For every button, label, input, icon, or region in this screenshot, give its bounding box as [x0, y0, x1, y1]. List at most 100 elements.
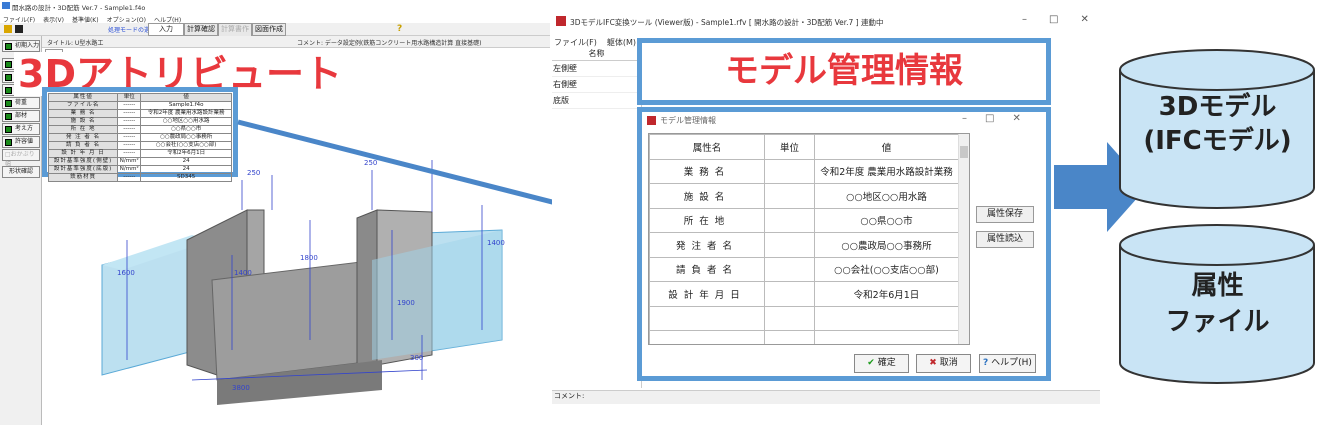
table-row: 発 注 者 名 ------ ○○農政局○○事務所 [47, 133, 232, 142]
list-panel: 名称 左側壁 右側壁 底版 [552, 48, 642, 388]
mode-calc-check-button[interactable]: 計算確認 [184, 23, 218, 36]
table-cell: 請 負 者 名 [47, 141, 119, 150]
table-cell[interactable]: ○○地区○○用水路 [814, 183, 959, 209]
table-cell[interactable] [764, 183, 815, 209]
help-button[interactable]: ? ヘルプ(H) [979, 354, 1036, 373]
table-cell: 24 [140, 165, 232, 174]
mode-drawing-button[interactable]: 図面作成 [252, 23, 286, 36]
table-row[interactable]: 発注者名 ○○農政局○○事務所 [649, 232, 959, 258]
col-header: 属性値 [47, 93, 119, 102]
list-item[interactable]: 左側壁 [552, 61, 641, 77]
cylinder-label-line: (IFCモデル) [1143, 126, 1292, 156]
list-item[interactable]: 右側壁 [552, 77, 641, 93]
minimize-button[interactable]: – [962, 113, 967, 124]
table-cell: ○○地区○○用水路 [140, 117, 232, 126]
left-toolbar: 処理モードの選択 入力 計算確認 計算書作成 図面作成 ? [0, 23, 550, 47]
table-cell[interactable]: 業務名 [649, 158, 765, 184]
table-cell: 令和2年度 農業用水路設計業務 [140, 109, 232, 118]
list-item[interactable]: 底版 [552, 93, 641, 109]
table-cell[interactable]: ○○農政局○○事務所 [814, 232, 959, 258]
table-row: 鉄筋材質 ------ SD345 [47, 173, 232, 182]
table-row[interactable]: 施設名 ○○地区○○用水路 [649, 183, 959, 209]
table-cell[interactable]: 施設名 [649, 183, 765, 209]
table-row[interactable]: 請負者名 ○○会社(○○支店○○部) [649, 256, 959, 282]
table-cell: ------ [117, 109, 142, 118]
comment-label: コメント: [554, 392, 585, 400]
title-field: タイトル: U型水路工 [47, 40, 104, 47]
table-row: 所 在 地 ------ ○○県○○市 [47, 125, 232, 134]
table-cell: ------ [117, 125, 142, 134]
help-icon[interactable]: ? [397, 24, 402, 34]
sidebar-allowable[interactable]: 許容値 [2, 136, 40, 148]
table-cell: ------ [117, 133, 142, 142]
maximize-button[interactable]: □ [1049, 14, 1058, 25]
sidebar-label: 初期入力 [15, 42, 40, 49]
maximize-button[interactable]: □ [985, 113, 994, 124]
empty-row [649, 305, 959, 331]
table-cell: 施 設 名 [47, 117, 119, 126]
dialog-controls: – □ ✕ [962, 113, 1021, 124]
table-cell[interactable] [764, 256, 815, 282]
table-cell[interactable]: 発注者名 [649, 232, 765, 258]
save-attr-button[interactable]: 属性保存 [976, 206, 1034, 223]
table-cell: ------ [117, 141, 142, 150]
minimize-button[interactable]: – [1022, 14, 1027, 25]
table-cell: 24 [140, 157, 232, 166]
cancel-label: 取消 [939, 358, 958, 368]
table-cell [649, 305, 765, 331]
sidebar-label: 部材 [15, 112, 28, 119]
cancel-button[interactable]: ✖ 取消 [916, 354, 971, 373]
table-cell: ------ [117, 173, 142, 182]
check-icon: ✔ [867, 358, 875, 368]
confirm-button[interactable]: ✔ 確定 [854, 354, 909, 373]
load-attr-button[interactable]: 属性読込 [976, 231, 1034, 248]
menu-body[interactable]: 躯体(M) [607, 37, 636, 48]
table-cell[interactable]: 令和2年度 農業用水路設計業務 [814, 158, 959, 184]
table-cell[interactable]: ○○会社(○○支店○○部) [814, 256, 959, 282]
table-cell[interactable] [764, 158, 815, 184]
sidebar-member[interactable]: 部材 [2, 110, 40, 122]
table-cell [814, 305, 959, 331]
table-row: ファイル名 ------ Sample1.f4o [47, 101, 232, 110]
table-cell[interactable]: ○○県○○市 [814, 207, 959, 233]
table-cell: ○○会社(○○支店○○部) [140, 141, 232, 150]
cylinder-label-line: 属性 [1191, 271, 1244, 301]
mode-input-button[interactable]: 入力 [148, 23, 184, 36]
sidebar-load[interactable]: 荷重 [2, 97, 40, 109]
sidebar-initial-input[interactable]: 初期入力 [2, 40, 40, 52]
empty-row [649, 330, 959, 344]
table-cell [814, 330, 959, 344]
right-app-title: 3DモデルIFC変換ツール (Viewer版) - Sample1.rfv [ … [570, 18, 884, 27]
table-cell: Sample1.f4o [140, 101, 232, 110]
table-row[interactable]: 設計年月日 令和2年6月1日 [649, 281, 959, 307]
col-header: 値 [814, 134, 959, 160]
table-cell[interactable]: 請負者名 [649, 256, 765, 282]
close-button[interactable]: ✕ [1012, 113, 1020, 124]
table-cell[interactable]: 所在地 [649, 207, 765, 233]
table-cell[interactable] [764, 232, 815, 258]
col-header: 属性名 [649, 134, 765, 160]
table-row[interactable]: 業務名 令和2年度 農業用水路設計業務 [649, 158, 959, 184]
close-button[interactable]: ✕ [1080, 14, 1088, 25]
table-cell: ファイル名 [47, 101, 119, 110]
table-cell[interactable] [764, 207, 815, 233]
menu-file[interactable]: ファイル(F) [554, 37, 597, 48]
table-row[interactable]: 所在地 ○○県○○市 [649, 207, 959, 233]
ifc-icon [556, 16, 566, 26]
dim-label: 1800 [300, 254, 318, 262]
grid-scrollbar[interactable] [958, 134, 969, 344]
table-cell: 鉄筋材質 [47, 173, 119, 182]
table-cell[interactable] [764, 281, 815, 307]
sidebar-shape-check[interactable]: 形状確認 [2, 166, 40, 178]
table-row: 請 負 者 名 ------ ○○会社(○○支店○○部) [47, 141, 232, 150]
sidebar-policy[interactable]: 考え方 [2, 123, 40, 135]
left-app-title: 開水路の設計・3D配筋 Ver.7 - Sample1.f4o [12, 4, 146, 12]
cylinder-3d-model-label: 3Dモデル (IFCモデル) [1120, 90, 1315, 158]
table-cell[interactable]: 設計年月日 [649, 281, 765, 307]
open-icon[interactable] [4, 25, 12, 33]
table-cell: ------ [117, 149, 142, 158]
sidebar-cover[interactable]: □おかぶり幅 [2, 149, 40, 168]
table-cell[interactable]: 令和2年6月1日 [814, 281, 959, 307]
save-icon[interactable] [15, 25, 23, 33]
model-info-dialog: モデル管理情報 – □ ✕ 属性名 単位値 業務名 令和2年度 農業用水路設計業務 施設名… [637, 107, 1051, 381]
